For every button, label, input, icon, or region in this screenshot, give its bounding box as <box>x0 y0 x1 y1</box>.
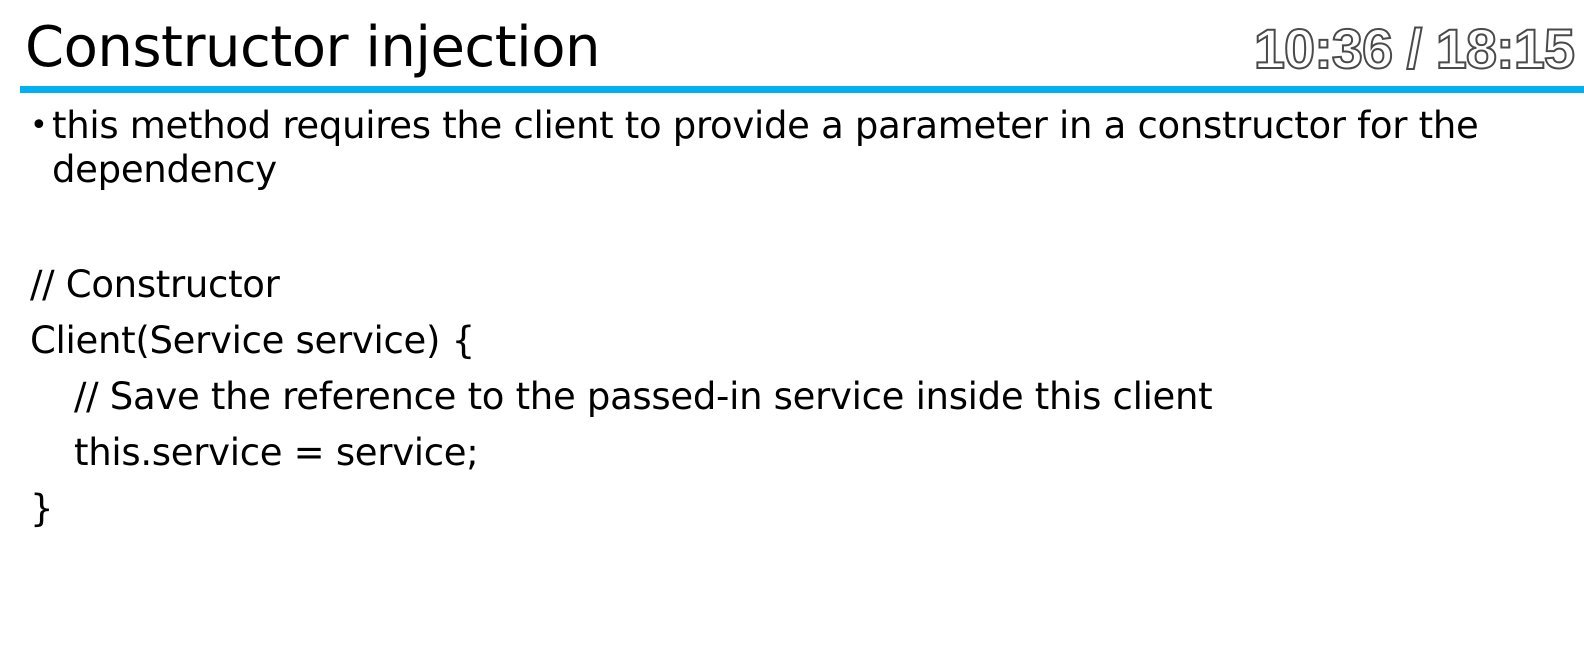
code-line-assignment: this.service = service; <box>74 431 479 474</box>
title-underline <box>20 86 1584 93</box>
code-block: // Constructor Client(Service service) {… <box>30 257 1213 537</box>
bullet-point: • this method requires the client to pro… <box>30 104 1570 192</box>
bullet-icon: • <box>30 108 48 143</box>
slide-title: Constructor injection <box>25 15 600 80</box>
code-line-closing-brace: } <box>30 487 54 530</box>
bullet-text: this method requires the client to provi… <box>52 104 1479 191</box>
code-line-inner-comment: // Save the reference to the passed-in s… <box>74 375 1213 418</box>
code-line-comment: // Constructor <box>30 263 280 306</box>
code-line-signature: Client(Service service) { <box>30 319 475 362</box>
video-timer: 10:36 / 18:15 <box>1253 16 1576 81</box>
